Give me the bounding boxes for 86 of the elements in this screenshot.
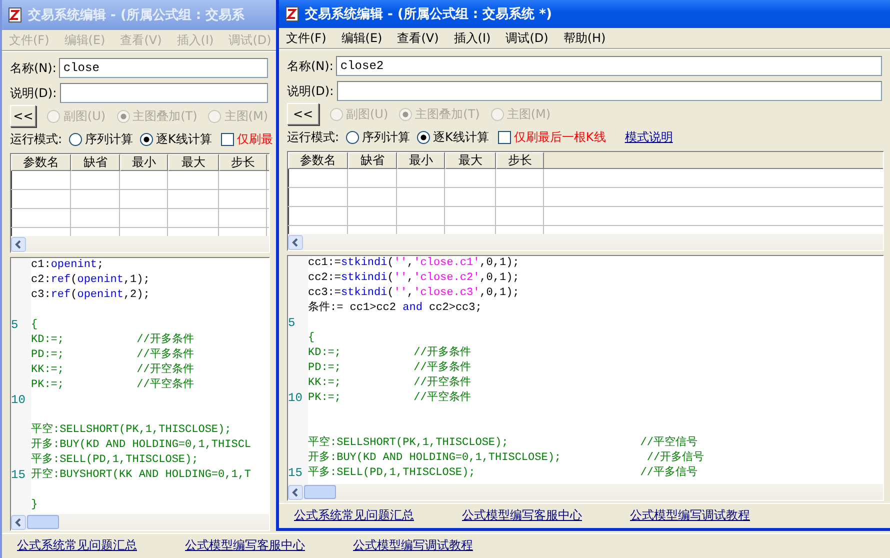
menu-item[interactable]: 查看(V) [392, 28, 444, 48]
code-line: KD:=; //开多条件 [31, 333, 194, 348]
code-line: cc3:=stkindi('','close.c3',0,1); [308, 286, 520, 301]
horizontal-scrollbar[interactable] [288, 484, 883, 500]
mode-label: 运行模式: [10, 130, 62, 148]
column-header: 缺省 [348, 152, 397, 169]
line-number: 10 [11, 393, 26, 407]
checkbox-icon[interactable] [498, 130, 511, 144]
column-header: 参数名 [288, 152, 348, 169]
horizontal-scrollbar[interactable] [11, 236, 269, 252]
code-line: KD:=; //开多条件 [308, 346, 471, 361]
help-link[interactable]: 公式模型编写调试教程 [353, 536, 473, 554]
scrollbar-thumb[interactable] [27, 515, 59, 529]
code-line: 开多:BUY(KD AND HOLDING=0,1,THISCLOSE); //开多信号 [308, 451, 704, 466]
field-label: 说明(D): [287, 82, 334, 100]
code-line: PD:=; //平多条件 [31, 348, 194, 362]
code-line: 平空:SELLSHORT(PK,1,THISCLOSE); [31, 422, 232, 438]
line-number: 10 [288, 391, 302, 405]
code-line: KK:=; //开空条件 [31, 363, 194, 378]
help-link[interactable]: 公式模型编写客服中心 [462, 506, 582, 524]
code-line: 平空:SELLSHORT(PK,1,THISCLOSE); //平空信号 [308, 434, 698, 451]
column-header: 参数名 [11, 154, 71, 171]
help-link[interactable]: 公式系统常见问题汇总 [17, 536, 137, 554]
checkbox-icon[interactable] [220, 132, 234, 146]
radio-icon[interactable] [417, 130, 430, 144]
line-number: 5 [288, 316, 296, 330]
code-line: cc1:=stkindi('','close.c1',0,1); [308, 256, 520, 271]
code-line: 开多:BUY(KD AND HOLDING=0,1,THISCL [31, 438, 252, 453]
name-field[interactable]: close [59, 58, 268, 78]
help-link[interactable]: 模式说明 [624, 128, 673, 146]
code-line: { [308, 331, 315, 346]
column-header: 最小 [120, 154, 168, 171]
code-line: KK:=; //开空条件 [308, 376, 471, 390]
name-field[interactable]: close2 [336, 56, 882, 76]
radio-button[interactable]: 逐K线计算 [140, 130, 212, 148]
code-line: 平多:SELL(PD,1,THISCLOSE); [31, 453, 198, 468]
collapse-button[interactable]: << [287, 103, 319, 125]
radio-button[interactable]: 序列计算 [346, 128, 410, 146]
menu-item[interactable]: 文件(F) [281, 28, 332, 48]
code-line: c1:openint; [31, 258, 104, 273]
menu-item[interactable]: 调试(D) [500, 28, 554, 48]
collapse-button[interactable]: << [10, 105, 36, 127]
code-line: 平多:SELL(PD,1,THISCLOSE); //平多信号 [308, 466, 698, 481]
help-link[interactable]: 公式模型编写调试教程 [630, 506, 750, 524]
scrollbar-thumb[interactable] [304, 485, 336, 499]
column-header: 步长 [219, 154, 267, 171]
document-icon [284, 6, 300, 22]
horizontal-scrollbar[interactable] [11, 514, 269, 530]
field-label: 说明(D): [10, 84, 57, 102]
field-label: 名称(N): [287, 58, 334, 74]
line-number: 15 [11, 468, 26, 482]
help-link[interactable]: 公式模型编写客服中心 [185, 536, 305, 554]
code-line: { [31, 318, 38, 333]
menu-item[interactable]: 帮助(H) [558, 28, 611, 48]
column-header: 缺省 [71, 154, 120, 171]
radio-button[interactable]: 逐K线计算 [417, 128, 489, 146]
code-line: 开空:BUYSHORT(KK AND HOLDING=0,1,T [31, 468, 252, 483]
description-field[interactable] [60, 83, 268, 103]
code-line: c3:ref(openint,2); [31, 288, 150, 303]
code-line: PK:=; //平空条件 [31, 378, 194, 393]
horizontal-scrollbar[interactable] [288, 234, 883, 250]
window-title: 交易系统编辑 - (所属公式组 : 交易系统 *) [305, 6, 552, 23]
code-line: cc2:=stkindi('','close.c2',0,1); [308, 271, 520, 286]
radio-icon[interactable] [346, 130, 360, 144]
radio-icon[interactable] [140, 132, 154, 146]
line-number: 15 [288, 466, 302, 480]
help-link[interactable]: 公式系统常见问题汇总 [294, 506, 414, 524]
radio-icon[interactable] [69, 132, 82, 146]
radio-button[interactable]: 序列计算 [69, 130, 134, 148]
document-icon [7, 7, 23, 23]
field-label: 名称(N): [10, 60, 56, 76]
menu-item[interactable]: 插入(I) [448, 28, 496, 48]
menu-item[interactable]: 编辑(E) [336, 28, 388, 48]
code-line: PD:=; //平多条件 [308, 361, 471, 376]
column-header: 最大 [445, 152, 496, 169]
code-line: PK:=; //平空条件 [308, 391, 471, 406]
description-field[interactable] [336, 81, 882, 101]
column-header: 最大 [168, 154, 219, 171]
code-line: } [31, 498, 38, 513]
mode-label: 运行模式: [287, 128, 340, 146]
line-number: 5 [11, 318, 18, 332]
column-header: 步长 [496, 152, 544, 169]
column-header: 最小 [397, 152, 445, 169]
code-line: c2:ref(openint,1); [31, 273, 150, 288]
window-title: 交易系统编辑 - (所属公式组 : 交易系 [28, 6, 245, 24]
code-line: 条件:= cc1>cc2 and cc2>cc3; [308, 301, 482, 316]
